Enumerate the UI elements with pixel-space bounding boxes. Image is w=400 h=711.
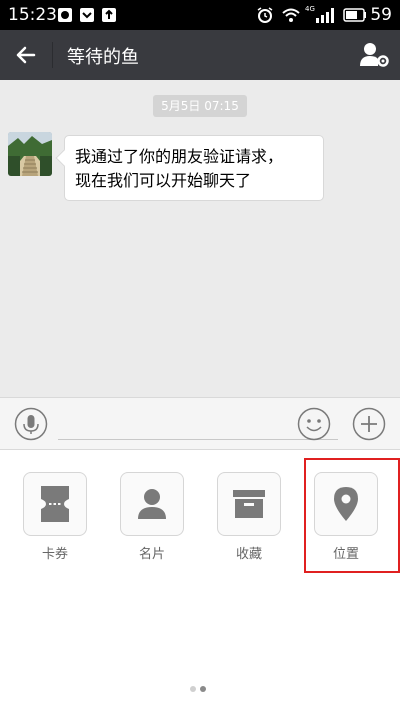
page-dot-2-active[interactable] xyxy=(200,686,206,692)
panel-icon-box xyxy=(120,472,184,536)
panel-item-label: 名片 xyxy=(138,547,165,562)
panel-item-business-card[interactable]: 名片 xyxy=(120,472,184,562)
battery-level: 59 xyxy=(370,5,392,25)
nav-divider xyxy=(52,42,53,68)
highlight-annotation-box xyxy=(304,458,400,573)
chat-title: 等待的鱼 xyxy=(67,47,139,68)
message-bubble[interactable]: 我通过了你的朋友验证请求， 现在我们可以开始聊天了 xyxy=(55,135,324,201)
battery-icon xyxy=(343,8,366,22)
plus-icon xyxy=(352,407,386,441)
notification-mail-icon xyxy=(80,8,94,22)
more-functions-button[interactable] xyxy=(352,407,386,441)
bubble-tail xyxy=(55,149,73,167)
smiley-icon xyxy=(297,407,331,441)
emoji-button[interactable] xyxy=(297,407,331,441)
panel-icon-box xyxy=(217,472,281,536)
back-button[interactable] xyxy=(10,40,42,70)
function-panel: 卡券 名片 收藏 位置 xyxy=(0,450,400,711)
signal-strength-icon xyxy=(316,8,334,23)
panel-item-favorites[interactable]: 收藏 xyxy=(217,472,281,562)
wifi-icon xyxy=(282,8,300,22)
page-dot-1[interactable] xyxy=(190,686,196,692)
chat-header: 等待的鱼 xyxy=(0,30,400,80)
network-type-label: 4G xyxy=(305,5,315,13)
favorites-box-icon xyxy=(233,490,265,518)
message-text-line-1: 我通过了你的朋友验证请求， xyxy=(75,147,284,166)
message-list[interactable]: 5月5日 07:15 我通过了你的朋友验证请求， 现在我们可以开始聊天了 xyxy=(0,80,400,397)
avatar-photo-icon xyxy=(8,132,52,176)
input-bar xyxy=(0,397,400,450)
panel-item-label: 卡券 xyxy=(41,547,68,562)
ticket-icon xyxy=(41,486,69,522)
notification-upload-icon xyxy=(102,8,116,22)
voice-input-button[interactable] xyxy=(14,407,48,441)
profile-settings-icon xyxy=(360,43,389,67)
panel-icon-box xyxy=(23,472,87,536)
arrow-left-icon xyxy=(16,46,36,64)
notification-app-icon xyxy=(58,8,72,22)
microphone-icon xyxy=(14,407,48,441)
message-input[interactable] xyxy=(58,408,338,440)
chat-info-button[interactable] xyxy=(358,40,390,70)
status-time: 15:23 xyxy=(8,5,57,25)
page-indicator xyxy=(190,686,212,694)
panel-item-label: 收藏 xyxy=(235,547,262,562)
alarm-icon xyxy=(257,7,273,23)
message-timestamp: 5月5日 07:15 xyxy=(153,95,247,117)
contact-card-icon xyxy=(138,489,166,519)
status-bar: 15:23 4G 59 xyxy=(0,0,400,30)
panel-item-card-coupon[interactable]: 卡券 xyxy=(23,472,87,562)
contact-avatar[interactable] xyxy=(8,132,52,176)
message-text-line-2: 现在我们可以开始聊天了 xyxy=(75,171,252,190)
